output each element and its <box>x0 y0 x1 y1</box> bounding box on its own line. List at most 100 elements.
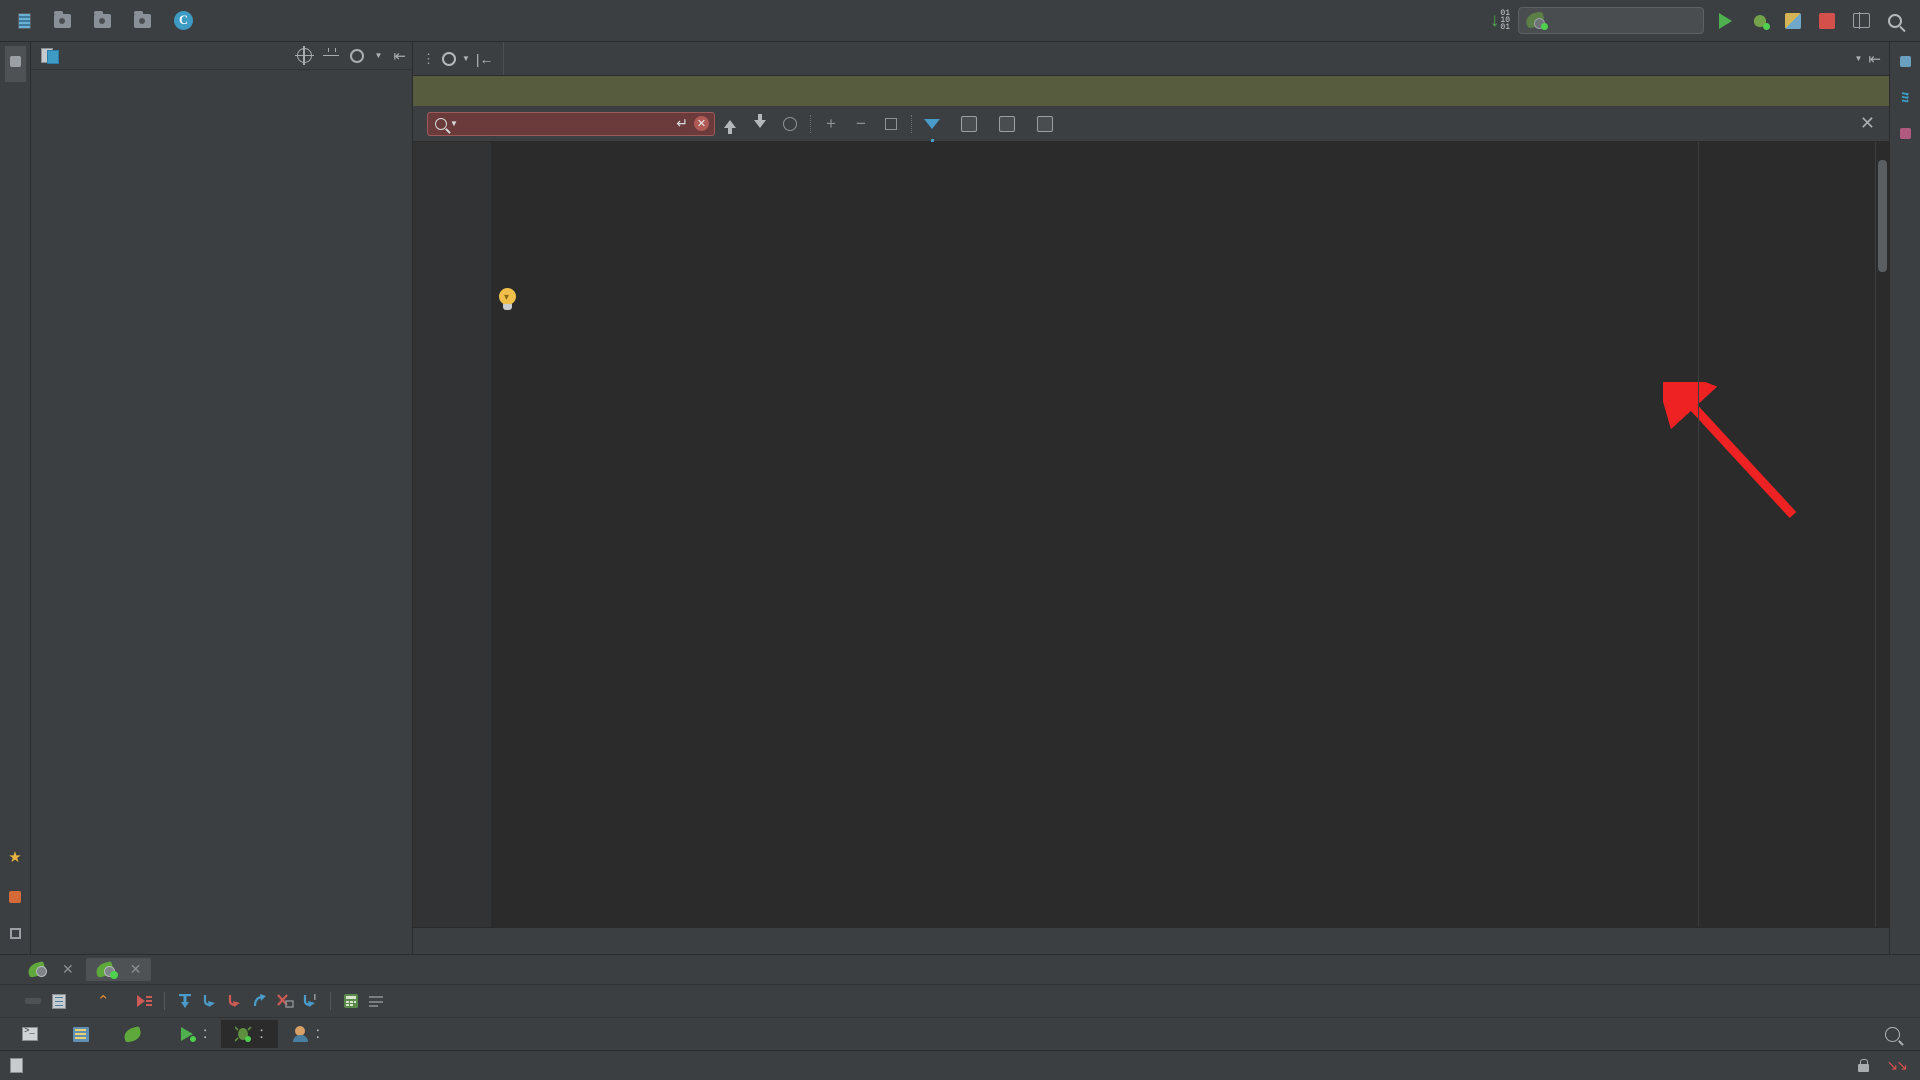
sidebar-item-maven[interactable]: m <box>1892 82 1918 118</box>
tool-window-label: : <box>203 1025 207 1043</box>
sidebar-item-database[interactable] <box>1895 46 1916 82</box>
search-icon <box>435 118 447 130</box>
navigation-bar: C ↓ 011001 <box>0 0 1920 42</box>
file-icon <box>10 1058 23 1073</box>
project-icon <box>41 48 57 63</box>
layout-button[interactable] <box>1848 8 1874 34</box>
project-tree[interactable] <box>31 70 412 954</box>
gear-icon[interactable] <box>442 52 456 66</box>
mute-breakpoints-button[interactable] <box>365 991 387 1011</box>
code-content[interactable] <box>491 142 1889 927</box>
debug-session-order-application[interactable]: ✕ <box>86 958 152 981</box>
tab-list-icon[interactable]: ⋮ <box>422 51 436 67</box>
console-icon <box>52 994 66 1009</box>
select-all-occurrences-button[interactable] <box>876 109 906 139</box>
back-icon[interactable]: |← <box>476 51 494 67</box>
chevron-down-icon[interactable]: ▼ <box>462 54 470 63</box>
find-previous-button[interactable] <box>715 109 745 139</box>
sidebar-item-favorites[interactable]: ★ <box>3 838 26 881</box>
debug-button[interactable] <box>1746 8 1772 34</box>
evaluate-expression-button[interactable] <box>340 991 362 1011</box>
drop-frame-button[interactable] <box>274 991 296 1011</box>
breadcrumb-item-com[interactable] <box>50 14 82 28</box>
sidebar-item-structure[interactable] <box>5 918 26 954</box>
remove-selection-button[interactable]: − <box>846 109 876 139</box>
filter-button[interactable] <box>917 109 947 139</box>
close-icon[interactable]: ✕ <box>694 116 709 131</box>
words-checkbox[interactable] <box>999 116 1023 132</box>
divider <box>330 992 331 1010</box>
stop-button[interactable] <box>1814 8 1840 34</box>
code-viewport[interactable]: ▾ <box>413 142 1889 927</box>
close-find-bar-icon[interactable]: ✕ <box>1860 113 1879 134</box>
debug-session-video-application[interactable]: ✕ <box>18 958 84 981</box>
gear-icon[interactable] <box>350 49 364 63</box>
search-input[interactable]: ▼ ↵ ✕ <box>427 112 715 136</box>
sidebar-item-ant[interactable] <box>1895 118 1916 154</box>
update-project-icon[interactable]: ↓ 011001 <box>1490 10 1510 31</box>
enter-icon: ↵ <box>676 115 688 132</box>
intention-bulb-icon[interactable]: ▾ <box>497 288 519 312</box>
sync-status-icon[interactable]: ↘↘ <box>1887 1057 1906 1074</box>
breadcrumb-item-jar[interactable] <box>14 13 42 29</box>
line-number-gutter[interactable] <box>413 142 491 927</box>
step-into-button[interactable] <box>199 991 221 1011</box>
chevron-down-icon[interactable]: ▼ <box>450 119 458 128</box>
spring-boot-icon <box>28 961 48 978</box>
status-bar: ↘↘ <box>0 1050 1920 1080</box>
force-step-into-button[interactable] <box>224 991 246 1011</box>
run-to-cursor-button[interactable] <box>299 991 321 1011</box>
find-all-button[interactable] <box>775 109 805 139</box>
debug-session-tabs: ✕ ✕ <box>0 955 1920 985</box>
tool-window-terminal[interactable] <box>8 1022 59 1046</box>
tool-window-run[interactable]: : <box>165 1020 221 1048</box>
breadcrumb-item-loadbalancer[interactable] <box>130 14 162 28</box>
sidebar-item-web[interactable] <box>4 881 26 918</box>
divider <box>810 115 811 133</box>
sidebar-item-project[interactable] <box>5 46 26 82</box>
decompiled-banner <box>413 76 1889 106</box>
step-out-button[interactable] <box>249 991 271 1011</box>
breadcrumb-item-class[interactable]: C <box>170 11 204 30</box>
match-case-checkbox[interactable] <box>961 116 985 132</box>
hide-panel-icon[interactable]: ⇤ <box>393 47 406 65</box>
ide-window: C ↓ 011001 <box>0 0 1920 1080</box>
scrollbar-thumb[interactable] <box>1878 160 1887 272</box>
run-configuration-selector[interactable] <box>1518 7 1704 34</box>
tool-window-label: : <box>316 1025 320 1043</box>
run-button[interactable] <box>1712 8 1738 34</box>
collapse-all-icon[interactable] <box>323 48 339 63</box>
hide-tabs-icon[interactable]: ⇤ <box>1868 50 1881 68</box>
package-icon <box>134 14 151 28</box>
tab-console[interactable] <box>44 991 86 1012</box>
debugger-toolbar: ⌃ <box>0 985 1920 1017</box>
run-with-coverage-button[interactable] <box>1780 8 1806 34</box>
close-icon[interactable]: ✕ <box>130 961 142 978</box>
regex-checkbox[interactable] <box>1037 116 1061 132</box>
lock-icon[interactable] <box>1858 1059 1869 1072</box>
breadcrumb-item-netflix[interactable] <box>90 14 122 28</box>
chevron-down-icon[interactable]: ▼ <box>375 51 383 60</box>
java-enterprise-icon <box>73 1027 89 1042</box>
tab-debugger[interactable] <box>25 998 41 1004</box>
tool-window-spring[interactable] <box>110 1021 165 1048</box>
tool-window-debug[interactable]: : <box>221 1020 277 1048</box>
close-icon[interactable]: ✕ <box>62 961 74 978</box>
tab-endpoints[interactable]: ⌃ <box>89 989 130 1013</box>
chevron-down-icon[interactable]: ▼ <box>1855 54 1863 63</box>
database-icon <box>1900 56 1911 67</box>
find-next-button[interactable] <box>745 109 775 139</box>
search-everywhere-icon[interactable] <box>1882 8 1908 34</box>
star-icon: ★ <box>8 848 21 866</box>
scroll-from-source-icon[interactable] <box>297 48 312 63</box>
jar-icon <box>18 13 31 29</box>
spring-icon <box>124 1026 144 1043</box>
step-over-button[interactable] <box>174 991 196 1011</box>
tool-window-java-enterprise[interactable] <box>59 1022 110 1047</box>
left-tool-rail: ★ <box>0 42 31 954</box>
editor-scrollbar[interactable] <box>1876 142 1889 927</box>
ant-icon <box>1900 128 1911 139</box>
add-selection-button[interactable]: + <box>816 109 846 139</box>
show-execution-point-button[interactable] <box>133 991 155 1011</box>
tool-window-todo[interactable]: : <box>278 1020 334 1048</box>
